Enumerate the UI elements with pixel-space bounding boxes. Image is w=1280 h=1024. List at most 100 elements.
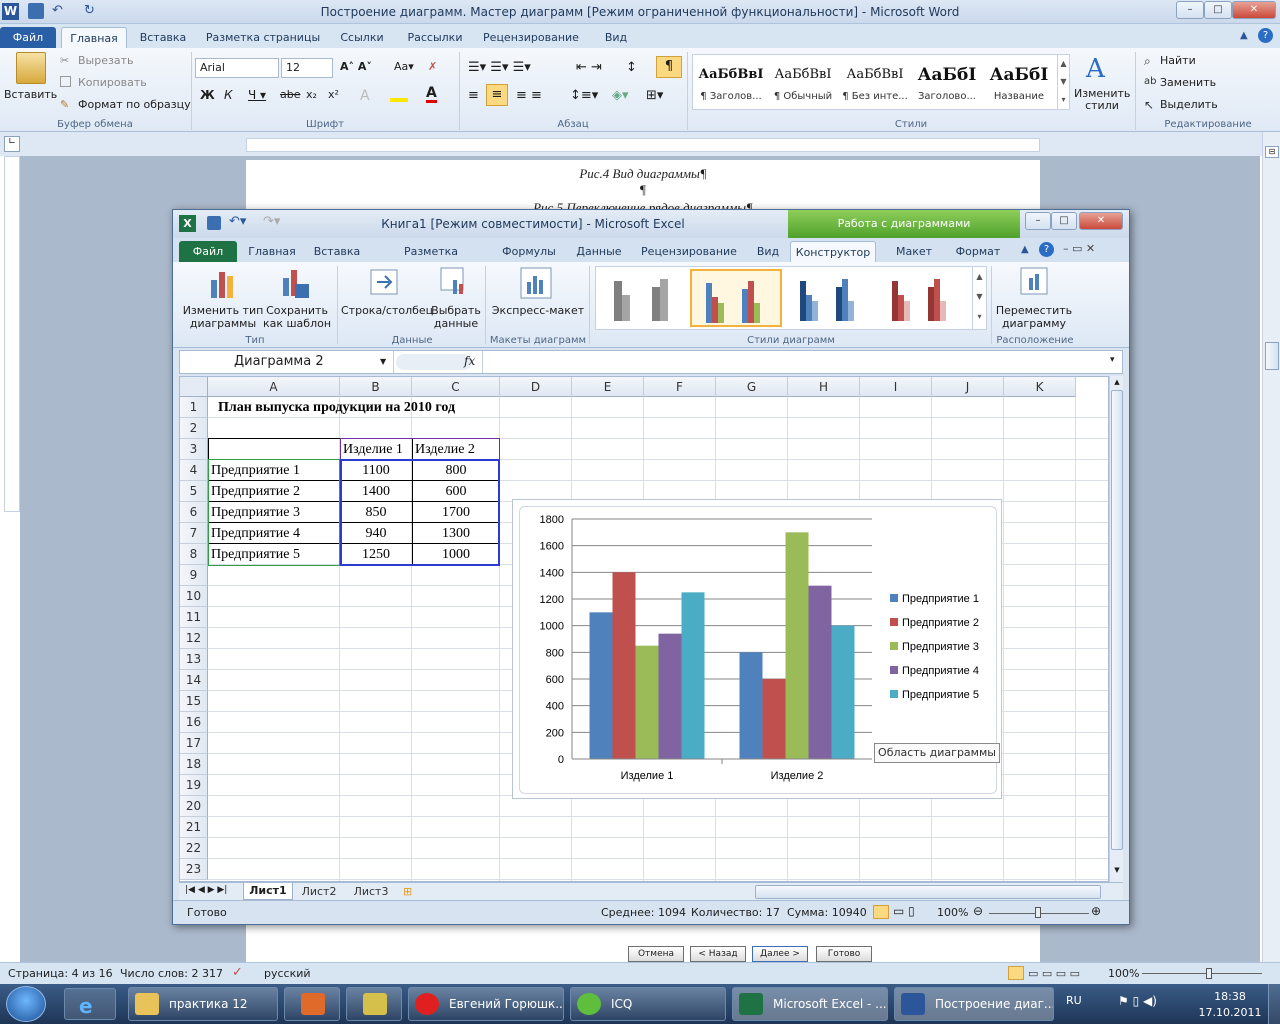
table-title[interactable]: План выпуска продукции на 2010 год: [218, 397, 455, 418]
status-count[interactable]: Количество: 17: [691, 906, 780, 919]
zoom-level[interactable]: 100%: [1108, 967, 1139, 980]
column-header[interactable]: K: [1004, 377, 1076, 397]
column-header[interactable]: G: [716, 377, 788, 397]
save-template-icon[interactable]: [279, 266, 311, 300]
tab-insert[interactable]: Вставка: [309, 241, 365, 262]
row-header[interactable]: 12: [180, 628, 208, 649]
row-header[interactable]: 18: [180, 754, 208, 775]
row-header[interactable]: 13: [180, 649, 208, 670]
format-painter-icon[interactable]: ✎: [60, 98, 69, 111]
horizontal-ruler[interactable]: [246, 138, 1040, 152]
column-header[interactable]: E: [572, 377, 644, 397]
copy-icon[interactable]: [60, 76, 71, 87]
chart-styles-gallery[interactable]: ▲ ▼ ▾: [595, 266, 987, 330]
excel-maximize-button[interactable]: □: [1051, 212, 1077, 230]
help-icon[interactable]: ?: [1039, 242, 1054, 257]
excel-zoom-level[interactable]: 100%: [937, 906, 968, 919]
change-styles-button[interactable]: Изменить стили: [1074, 88, 1130, 112]
quick-layout-button[interactable]: Экспресс-макет: [491, 304, 585, 317]
style-item[interactable]: АаБбВвI: [769, 67, 837, 82]
change-chart-type-button[interactable]: Изменить тип диаграммы: [181, 304, 265, 330]
align-left-icon[interactable]: ≡: [468, 88, 479, 103]
chart-style-blue[interactable]: [788, 271, 876, 325]
column-header[interactable]: F: [644, 377, 716, 397]
clear-format-icon[interactable]: ✗: [428, 60, 437, 73]
zoom-in-icon[interactable]: ⊕: [1091, 904, 1101, 918]
copy-button[interactable]: Копировать: [78, 76, 147, 89]
zoom-out-icon[interactable]: ⊖: [973, 904, 983, 918]
save-as-template-button[interactable]: Сохранить как шаблон: [259, 304, 335, 330]
tray-icons[interactable]: ⚑ ▯ ◀): [1118, 994, 1157, 1008]
highlight-icon[interactable]: [390, 88, 408, 102]
sheet-tab[interactable]: Лист2: [297, 885, 341, 898]
replace-button[interactable]: Заменить: [1160, 76, 1216, 89]
wizard-cancel-button[interactable]: Отмена: [628, 946, 684, 962]
tab-insert[interactable]: Вставка: [132, 27, 194, 48]
paste-icon[interactable]: [16, 52, 46, 84]
wizard-back-button[interactable]: < Назад: [690, 946, 746, 962]
row-header[interactable]: 9: [180, 565, 208, 586]
sheet-nav-icons[interactable]: |◀ ◀ ▶ ▶|: [185, 885, 227, 895]
quick-layout-icon[interactable]: [519, 266, 553, 300]
taskbar-app[interactable]: [346, 987, 402, 1021]
status-sum[interactable]: Сумма: 10940: [787, 906, 867, 919]
move-chart-icon[interactable]: [1019, 266, 1049, 298]
indent-icon[interactable]: ⇤ ⇥: [576, 60, 602, 75]
page-view-icons[interactable]: ▭ ▯: [893, 904, 915, 918]
language-indicator[interactable]: русский: [264, 967, 311, 980]
italic-button[interactable]: К: [224, 88, 233, 102]
borders-icon[interactable]: ⊞▾: [646, 88, 663, 103]
maximize-button[interactable]: □: [1204, 1, 1232, 19]
word-vertical-scrollbar[interactable]: ⊟: [1262, 132, 1280, 962]
select-button[interactable]: Выделить: [1160, 98, 1218, 111]
wizard-finish-button[interactable]: Готово: [816, 946, 872, 962]
row-header[interactable]: 1: [180, 397, 208, 418]
input-language[interactable]: RU: [1066, 994, 1082, 1007]
row-header[interactable]: 16: [180, 712, 208, 733]
start-button[interactable]: [6, 986, 46, 1022]
subscript-button[interactable]: x₂: [306, 88, 317, 101]
switch-row-column-button[interactable]: Строка/столбец: [341, 304, 433, 317]
normal-view-icon[interactable]: [873, 905, 889, 919]
row-header[interactable]: 11: [180, 607, 208, 628]
word-count[interactable]: Число слов: 2 317: [120, 967, 223, 980]
worksheet-grid[interactable]: A B C D E F G H I J K 1 2 3 4 5 6 7 8 9 10 11 12 13 14 15 16 17 18 19…: [179, 376, 1109, 882]
grow-font-icon[interactable]: A˄ A˅: [340, 60, 372, 73]
column-header[interactable]: B: [340, 377, 412, 397]
row-header[interactable]: 21: [180, 817, 208, 838]
switch-row-column-icon[interactable]: [369, 266, 399, 298]
tab-file[interactable]: Файл: [0, 27, 56, 48]
move-chart-button[interactable]: Переместить диаграмму: [995, 304, 1073, 330]
ie-taskbar-button[interactable]: e: [64, 988, 116, 1020]
sort-icon[interactable]: ↕: [626, 60, 637, 75]
excel-minimize-button[interactable]: –: [1025, 212, 1051, 230]
zoom-slider-thumb[interactable]: [1035, 907, 1041, 918]
excel-close-button[interactable]: ✕: [1079, 212, 1123, 230]
select-data-button[interactable]: Выбрать данные: [431, 304, 481, 330]
scroll-thumb[interactable]: [1111, 390, 1123, 850]
chart-style-gray[interactable]: [600, 271, 688, 325]
expand-formula-icon[interactable]: ▾: [1110, 355, 1115, 365]
row-header[interactable]: 22: [180, 838, 208, 859]
style-item[interactable]: АаБбІ: [985, 65, 1053, 85]
cut-icon[interactable]: ✂: [60, 54, 69, 67]
row-header[interactable]: 14: [180, 670, 208, 691]
row-header[interactable]: 3: [180, 439, 208, 460]
find-button[interactable]: Найти: [1160, 54, 1196, 67]
taskbar-excel[interactable]: Microsoft Excel - ...: [732, 987, 888, 1021]
style-item[interactable]: АаБбВвI: [697, 67, 765, 82]
style-item[interactable]: АаБбВвI: [841, 67, 909, 82]
ribbon-collapse-icon[interactable]: ▲: [1021, 244, 1029, 255]
text-effects-icon[interactable]: A: [360, 88, 370, 104]
replace-icon[interactable]: ab: [1144, 76, 1156, 87]
paste-button[interactable]: Вставить: [4, 88, 57, 101]
view-mode-icons[interactable]: ▭ ▭ ▭ ▭: [1028, 967, 1080, 980]
format-painter-button[interactable]: Формат по образцу: [78, 98, 191, 111]
insert-sheet-icon[interactable]: ⊞: [403, 885, 412, 898]
styles-gallery[interactable]: АаБбВвI АаБбВвI АаБбВвI АаБбІ АаБбІ ¶ За…: [692, 54, 1070, 110]
change-chart-type-icon[interactable]: [207, 266, 239, 300]
tab-format[interactable]: Формат: [949, 241, 1007, 262]
wizard-next-button[interactable]: Далее >: [752, 946, 808, 962]
show-desktop-button[interactable]: [1268, 984, 1280, 1024]
column-header[interactable]: D: [500, 377, 572, 397]
